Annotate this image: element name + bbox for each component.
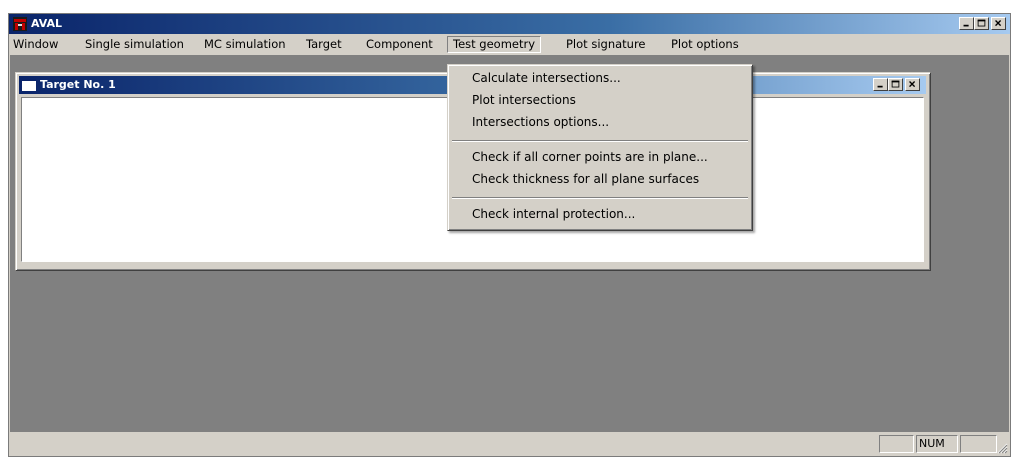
menu-plot-signature[interactable]: Plot signature — [566, 37, 646, 53]
child-maximize-button[interactable] — [888, 78, 903, 91]
resize-grip-icon[interactable] — [996, 442, 1008, 454]
menu-component[interactable]: Component — [366, 37, 433, 53]
app-title-bar[interactable]: AVAL — [9, 14, 1010, 34]
close-button[interactable] — [991, 17, 1006, 30]
menu-single-simulation[interactable]: Single simulation — [85, 37, 184, 53]
child-window-title: Target No. 1 — [40, 78, 116, 91]
menu-mc-simulation[interactable]: MC simulation — [204, 37, 286, 53]
menu-plot-options[interactable]: Plot options — [671, 37, 739, 53]
menu-separator — [452, 197, 748, 199]
menu-item-calculate-intersections[interactable]: Calculate intersections... — [472, 69, 621, 87]
menu-item-intersections-options[interactable]: Intersections options... — [472, 113, 609, 131]
menu-item-plot-intersections[interactable]: Plot intersections — [472, 91, 576, 109]
status-panel-num: NUM — [916, 435, 958, 453]
child-close-button[interactable] — [905, 78, 920, 91]
window-icon — [22, 79, 36, 91]
menu-target[interactable]: Target — [306, 37, 342, 53]
menu-bar: Window Single simulation MC simulation T… — [9, 34, 1010, 54]
status-panel-1 — [879, 435, 914, 453]
status-panel-3 — [960, 435, 997, 453]
test-geometry-dropdown: Calculate intersections... Plot intersec… — [447, 64, 753, 231]
status-bar: NUM — [9, 432, 1010, 456]
maximize-icon — [977, 19, 986, 27]
minimize-button[interactable] — [959, 17, 974, 30]
menu-test-geometry[interactable]: Test geometry — [447, 36, 542, 53]
close-icon — [995, 20, 1002, 27]
menu-item-check-thickness[interactable]: Check thickness for all plane surfaces — [472, 170, 699, 188]
close-icon — [909, 81, 916, 88]
minimize-icon — [963, 24, 969, 27]
menu-separator — [452, 140, 748, 142]
child-caption-buttons — [873, 78, 920, 91]
app-logo-icon — [13, 17, 27, 31]
maximize-icon — [891, 80, 900, 88]
child-minimize-button[interactable] — [873, 78, 888, 91]
menu-item-check-internal-protection[interactable]: Check internal protection... — [472, 205, 635, 223]
app-caption-buttons — [959, 17, 1006, 30]
menu-window[interactable]: Window — [13, 37, 58, 53]
app-title: AVAL — [31, 17, 63, 30]
maximize-button[interactable] — [974, 17, 989, 30]
minimize-icon — [877, 85, 883, 88]
menu-item-check-corner-points[interactable]: Check if all corner points are in plane.… — [472, 148, 708, 166]
